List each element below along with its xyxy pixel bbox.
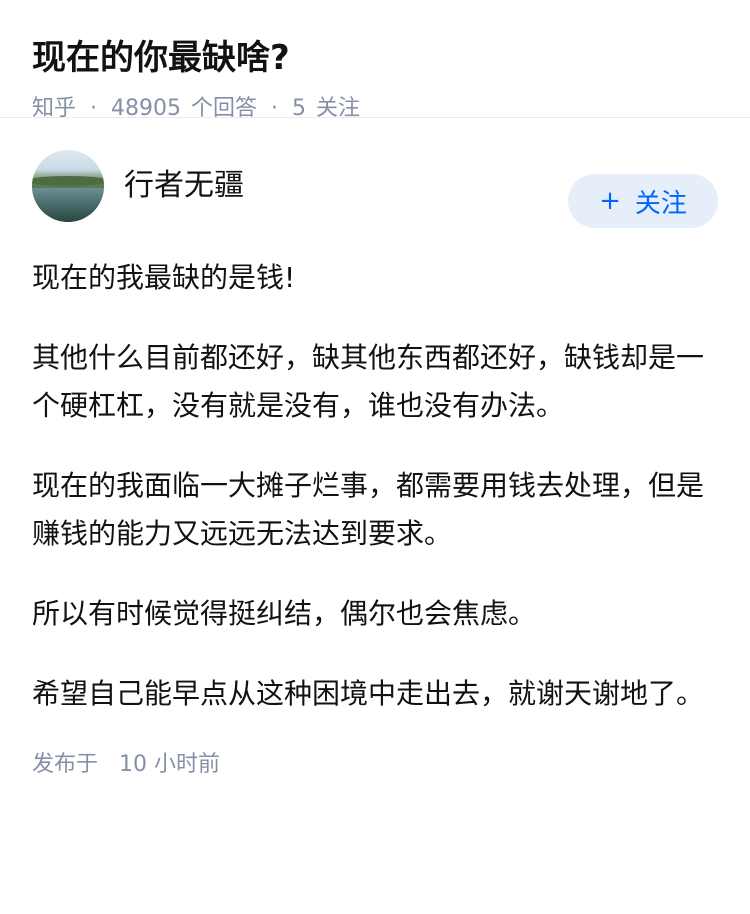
- answer-paragraph: 希望自己能早点从这种困境中走出去，就谢天谢地了。: [32, 677, 705, 710]
- follow-button-label: 关注: [634, 188, 687, 219]
- author-name[interactable]: 行者无疆: [124, 166, 244, 206]
- avatar-ridge: [32, 176, 104, 186]
- answer-card: 行者无疆 + 关注 现在的我最缺的是钱! 其他什么目前都还好，缺其他东西都还好，…: [0, 118, 750, 780]
- answer-paragraph: 其他什么目前都还好，缺其他东西都还好，缺钱却是一个硬杠杠，没有就是没有，谁也没有…: [32, 341, 705, 422]
- avatar[interactable]: [32, 150, 104, 222]
- publish-label: 发布于: [32, 752, 99, 777]
- publish-time-value: 10 小时前: [119, 752, 221, 777]
- publish-time: 发布于 10 小时前: [32, 750, 718, 780]
- answer-content: 现在的我最缺的是钱! 其他什么目前都还好，缺其他东西都还好，缺钱却是一个硬杠杠，…: [32, 254, 718, 718]
- plus-icon: +: [599, 186, 621, 216]
- answer-paragraph: 现在的我最缺的是钱!: [32, 261, 296, 294]
- question-header: 现在的你最缺啥? 知乎 · 48905 个回答 · 5 关注: [0, 0, 750, 121]
- answer-paragraph: 现在的我面临一大摊子烂事，都需要用钱去处理，但是赚钱的能力又远远无法达到要求。: [32, 469, 705, 550]
- answer-paragraph: 所以有时候觉得挺纠结，偶尔也会焦虑。: [32, 597, 537, 630]
- author-row: 行者无疆 + 关注: [32, 118, 718, 254]
- question-title[interactable]: 现在的你最缺啥?: [32, 34, 718, 82]
- follow-button[interactable]: + 关注: [568, 174, 718, 228]
- avatar-water: [32, 188, 104, 222]
